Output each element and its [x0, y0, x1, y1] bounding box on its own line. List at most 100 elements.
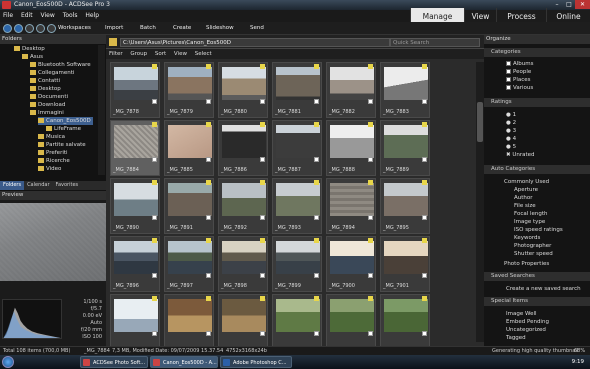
- select-checkbox[interactable]: [260, 331, 265, 336]
- thumbnail-cell[interactable]: _MG_7885: [164, 120, 214, 176]
- home-icon[interactable]: [47, 24, 56, 33]
- folder-musica[interactable]: Musica: [38, 133, 65, 141]
- tab-folders[interactable]: Folders: [0, 181, 25, 190]
- taskbar-item-canon-folder[interactable]: Canon_Eos500D - A...: [150, 356, 218, 368]
- thumbnail-cell[interactable]: [326, 294, 376, 346]
- select-checkbox[interactable]: [368, 215, 373, 220]
- select-checkbox[interactable]: [206, 99, 211, 104]
- select-checkbox[interactable]: [206, 215, 211, 220]
- category-people[interactable]: People: [506, 68, 531, 76]
- rating-3[interactable]: ● 3: [506, 127, 516, 135]
- rating-unrated[interactable]: ✖ Unrated: [506, 151, 535, 159]
- menu-help[interactable]: Help: [82, 10, 102, 22]
- auto-photographer[interactable]: Photographer: [514, 242, 551, 250]
- tag-icon[interactable]: [152, 122, 157, 127]
- thumbnail-cell[interactable]: [380, 294, 430, 346]
- tag-icon[interactable]: [206, 238, 211, 243]
- thumbnail-cell[interactable]: _MG_7899: [272, 236, 322, 292]
- menu-view[interactable]: View: [38, 10, 58, 22]
- tab-favorites[interactable]: Favorites: [53, 181, 82, 190]
- tag-icon[interactable]: [152, 64, 157, 69]
- tag-icon[interactable]: [314, 64, 319, 69]
- rating-5[interactable]: ● 5: [506, 143, 516, 151]
- menu-file[interactable]: File: [0, 10, 16, 22]
- tag-icon[interactable]: [152, 180, 157, 185]
- thumbnail-cell[interactable]: _MG_7881: [272, 62, 322, 118]
- thumbnail-cell[interactable]: [164, 294, 214, 346]
- folder-collegamenti[interactable]: Collegamenti: [30, 69, 74, 77]
- folder-immagini[interactable]: Immagini: [30, 109, 64, 117]
- thumbnail-cell[interactable]: [110, 294, 160, 346]
- thumbnail-cell[interactable]: _MG_7897: [164, 236, 214, 292]
- select-checkbox[interactable]: [422, 215, 427, 220]
- thumbnail-cell[interactable]: _MG_7880: [218, 62, 268, 118]
- tag-icon[interactable]: [206, 180, 211, 185]
- auto-categories-header[interactable]: Auto Categories: [484, 165, 590, 174]
- special-uncategorized[interactable]: Uncategorized: [506, 326, 546, 334]
- auto-image-type[interactable]: Image type: [514, 218, 545, 226]
- select-checkbox[interactable]: [206, 331, 211, 336]
- select-checkbox[interactable]: [422, 273, 427, 278]
- tag-icon[interactable]: [314, 238, 319, 243]
- select-checkbox[interactable]: [368, 157, 373, 162]
- slideshow-button[interactable]: Slideshow: [206, 24, 234, 33]
- create-button[interactable]: Create: [173, 24, 191, 33]
- tag-icon[interactable]: [422, 296, 427, 301]
- select-checkbox[interactable]: [422, 331, 427, 336]
- start-button[interactable]: [2, 356, 14, 368]
- auto-aperture[interactable]: Aperture: [514, 186, 538, 194]
- folder-preferiti[interactable]: Preferiti: [38, 149, 68, 157]
- thumbnail-cell[interactable]: _MG_7894: [326, 178, 376, 234]
- menu-edit[interactable]: Edit: [18, 10, 36, 22]
- select-checkbox[interactable]: [368, 99, 373, 104]
- thumbnail-cell[interactable]: _MG_7889: [380, 120, 430, 176]
- thumbnail-cell[interactable]: _MG_7891: [164, 178, 214, 234]
- special-items-header[interactable]: Special Items: [484, 297, 590, 306]
- thumbnail-cell[interactable]: _MG_7892: [218, 178, 268, 234]
- folder-download[interactable]: Download: [30, 101, 65, 109]
- thumbnail-cell[interactable]: [272, 294, 322, 346]
- thumbnail-cell[interactable]: _MG_7883: [380, 62, 430, 118]
- tag-icon[interactable]: [314, 180, 319, 185]
- up-icon[interactable]: [25, 24, 34, 33]
- select-menu[interactable]: Select: [192, 49, 215, 59]
- tag-icon[interactable]: [422, 180, 427, 185]
- select-checkbox[interactable]: [314, 273, 319, 278]
- thumbnail-cell[interactable]: _MG_7890: [110, 178, 160, 234]
- send-button[interactable]: Send: [250, 24, 264, 33]
- select-checkbox[interactable]: [152, 331, 157, 336]
- group-menu[interactable]: Group: [127, 49, 150, 59]
- tag-icon[interactable]: [206, 64, 211, 69]
- folder-bluetooth[interactable]: Bluetooth Software: [30, 61, 91, 69]
- folder-documenti[interactable]: Documenti: [30, 93, 68, 101]
- tag-icon[interactable]: [260, 64, 265, 69]
- tag-icon[interactable]: [314, 122, 319, 127]
- special-embed-pending[interactable]: Embed Pending: [506, 318, 549, 326]
- auto-keywords[interactable]: Keywords: [514, 234, 540, 242]
- select-checkbox[interactable]: [314, 99, 319, 104]
- thumbnail-cell[interactable]: _MG_7896: [110, 236, 160, 292]
- tag-icon[interactable]: [260, 238, 265, 243]
- thumbnail-cell[interactable]: _MG_7887: [272, 120, 322, 176]
- folder-video[interactable]: Video: [38, 165, 61, 173]
- thumbnail-cell[interactable]: _MG_7884: [110, 120, 160, 176]
- thumbnail-cell[interactable]: _MG_7895: [380, 178, 430, 234]
- auto-author[interactable]: Author: [514, 194, 533, 202]
- tag-icon[interactable]: [152, 296, 157, 301]
- back-icon[interactable]: [3, 24, 12, 33]
- folder-desktop[interactable]: Desktop: [14, 45, 45, 53]
- thumbnail-cell[interactable]: _MG_7886: [218, 120, 268, 176]
- select-checkbox[interactable]: [260, 215, 265, 220]
- tag-icon[interactable]: [422, 122, 427, 127]
- select-checkbox[interactable]: [422, 99, 427, 104]
- thumbnail-cell[interactable]: _MG_7878: [110, 62, 160, 118]
- select-checkbox[interactable]: [314, 157, 319, 162]
- thumbnail-cell[interactable]: _MG_7901: [380, 236, 430, 292]
- thumbnail-cell[interactable]: _MG_7900: [326, 236, 376, 292]
- tag-icon[interactable]: [260, 296, 265, 301]
- tag-icon[interactable]: [314, 296, 319, 301]
- tab-calendar[interactable]: Calendar: [24, 181, 52, 190]
- rating-2[interactable]: ● 2: [506, 119, 516, 127]
- folder-asus[interactable]: Asus: [22, 53, 43, 61]
- folder-lifeframe[interactable]: LifeFrame: [46, 125, 81, 133]
